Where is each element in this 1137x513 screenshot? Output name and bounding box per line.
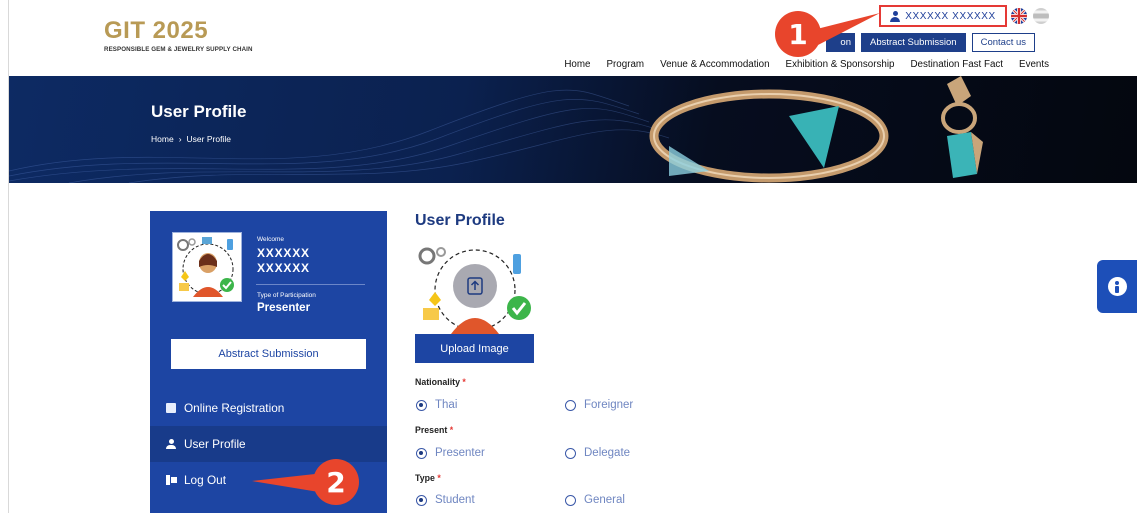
abstract-submission-top-button[interactable]: Abstract Submission xyxy=(861,33,966,52)
profile-illustration xyxy=(418,247,531,334)
nav-events[interactable]: Events xyxy=(1019,59,1049,70)
breadcrumb-separator: › xyxy=(178,134,182,144)
nationality-label: Nationality * xyxy=(415,377,466,387)
annotation-badge-1: 1 xyxy=(775,11,821,57)
sidebar-divider xyxy=(256,284,365,285)
contact-us-button[interactable]: Contact us xyxy=(971,33,1036,52)
profile-photo xyxy=(415,242,534,334)
accessibility-button[interactable] xyxy=(1097,260,1137,313)
present-option-delegate[interactable]: Delegate xyxy=(565,447,630,459)
radio-icon[interactable] xyxy=(565,494,576,506)
radio-label: Delegate xyxy=(584,447,631,459)
presenter-illustration xyxy=(177,237,234,297)
profile-title: User Profile xyxy=(415,212,505,229)
radio-icon[interactable] xyxy=(565,447,576,459)
sidebar-item-label: User Profile xyxy=(184,437,246,451)
user-account-button[interactable]: XXXXXX XXXXXX xyxy=(879,5,1007,27)
radio-selected-icon[interactable] xyxy=(416,399,427,411)
nav-program[interactable]: Program xyxy=(607,59,645,70)
user-icon xyxy=(166,439,176,449)
sidebar-item-online-registration[interactable]: Online Registration xyxy=(150,390,387,426)
required-marker: * xyxy=(437,473,441,483)
first-name: XXXXXX xyxy=(257,246,310,260)
sidebar-item-user-profile[interactable]: User Profile xyxy=(150,426,387,462)
accessibility-icon xyxy=(1107,277,1127,296)
required-marker: * xyxy=(449,425,454,435)
english-flag-icon[interactable] xyxy=(1011,8,1027,24)
nationality-label-text: Nationality xyxy=(415,377,460,387)
radio-label: Student xyxy=(435,494,475,506)
earring-image xyxy=(941,76,983,178)
radio-label: Presenter xyxy=(435,447,485,459)
thai-flag-icon[interactable] xyxy=(1033,8,1049,24)
radio-label: Foreigner xyxy=(584,399,634,411)
avatar xyxy=(172,232,242,302)
log-out-icon xyxy=(166,475,177,485)
radio-selected-icon[interactable] xyxy=(416,447,427,459)
registration-button[interactable]: on xyxy=(826,33,855,52)
annotation-badge-2: 2 xyxy=(313,459,359,505)
nav-venue-accommodation[interactable]: Venue & Accommodation xyxy=(660,59,769,70)
banner-title: User Profile xyxy=(151,102,247,121)
registration-icon xyxy=(166,403,176,413)
type-label-text: Type xyxy=(415,473,435,483)
type-option-general[interactable]: General xyxy=(565,494,625,506)
upload-image-button[interactable]: Upload Image xyxy=(415,334,534,363)
present-option-presenter[interactable]: Presenter xyxy=(416,447,485,459)
breadcrumb-current: User Profile xyxy=(186,134,231,144)
nav-destination-fast-fact[interactable]: Destination Fast Fact xyxy=(910,59,1003,70)
type-option-student[interactable]: Student xyxy=(416,494,475,506)
required-marker: * xyxy=(462,377,466,387)
participation-type-value: Presenter xyxy=(257,302,311,314)
present-label: Present * xyxy=(415,425,453,435)
nationality-option-foreigner[interactable]: Foreigner xyxy=(565,399,633,411)
breadcrumb: Home › User Profile xyxy=(151,134,231,144)
site-logo[interactable]: GIT 2025 RESPONSIBLE GEM & JEWELRY SUPPL… xyxy=(104,17,253,54)
welcome-label: Welcome xyxy=(257,236,284,243)
main-nav: Home Program Venue & Accommodation Exhib… xyxy=(564,59,1049,70)
sidebar-user-name: XXXXXX XXXXXX xyxy=(257,246,310,276)
radio-selected-icon[interactable] xyxy=(416,494,427,506)
user-name: XXXXXX XXXXXX xyxy=(905,10,996,22)
nav-exhibition-sponsorship[interactable]: Exhibition & Sponsorship xyxy=(786,59,895,70)
top-button-bar: on Abstract Submission Contact us xyxy=(826,33,1036,52)
banner-decoration xyxy=(9,76,983,183)
present-label-text: Present xyxy=(415,425,448,435)
sidebar-item-label: Log Out xyxy=(184,473,226,487)
nationality-option-thai[interactable]: Thai xyxy=(416,399,457,411)
logo-subtitle: RESPONSIBLE GEM & JEWELRY SUPPLY CHAIN xyxy=(104,46,253,53)
logo-title: GIT 2025 xyxy=(104,17,209,44)
last-name: XXXXXX xyxy=(257,261,310,275)
radio-label: General xyxy=(584,494,625,506)
page-banner: User Profile Home › User Profile xyxy=(9,76,1137,183)
bangle-image xyxy=(649,89,889,183)
nav-home[interactable]: Home xyxy=(564,59,590,70)
sidebar-item-label: Online Registration xyxy=(184,401,285,415)
breadcrumb-home[interactable]: Home xyxy=(151,134,174,144)
participation-type-label: Type of Participation xyxy=(257,292,316,299)
type-label: Type * xyxy=(415,473,441,483)
radio-icon[interactable] xyxy=(565,399,576,411)
radio-label: Thai xyxy=(435,399,458,411)
abstract-submission-button[interactable]: Abstract Submission xyxy=(171,339,366,369)
user-icon xyxy=(890,10,901,22)
